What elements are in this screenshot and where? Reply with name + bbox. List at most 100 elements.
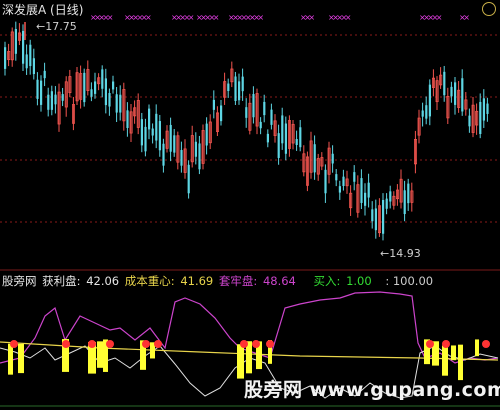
price-chart-pane[interactable]: × × × × × × × × × × × × × × × × × × × × × × × × × × × × × × × × × × × × × × × ×…	[0, 0, 500, 268]
buy-marker-icon	[266, 340, 274, 348]
trapped-label: 套牢盘:	[218, 274, 258, 288]
x-mark-icon: ×	[145, 13, 152, 22]
candle-body	[482, 98, 485, 121]
candle-body	[479, 101, 482, 134]
candle-body	[367, 182, 370, 198]
candle-body	[194, 141, 197, 157]
circle-icon[interactable]	[482, 2, 496, 16]
candle-body	[389, 191, 392, 202]
candle-body	[22, 30, 25, 64]
candle-body	[112, 81, 115, 90]
candle-body	[270, 109, 273, 125]
buy-marker-icon	[88, 340, 96, 348]
candle-body	[284, 123, 287, 154]
candle-body	[263, 101, 266, 116]
signal-bar	[237, 344, 244, 379]
buy-value: 1.00	[346, 274, 372, 288]
candle-body	[40, 80, 43, 105]
candle-body	[338, 186, 341, 193]
candle-body	[227, 83, 230, 92]
watermark: 股旁网 www.gupang.com	[244, 379, 500, 401]
indicator-header: 股旁网 获利盘: 42.06 成本重心: 41.69 套牢盘: 48.64 买入…	[2, 273, 435, 289]
buy-marker-icon	[10, 340, 18, 348]
buy-marker-icon	[426, 340, 434, 348]
low-price-label: ←14.93	[380, 247, 421, 260]
candle-body	[54, 94, 57, 105]
candle-body	[360, 178, 363, 203]
candle-body	[148, 108, 151, 130]
x-mark-icon: ×	[213, 13, 220, 22]
candle-body	[259, 121, 262, 129]
candles	[4, 21, 489, 241]
x-mark-icon: ×	[308, 13, 315, 22]
candle-body	[4, 47, 7, 69]
candle-body	[169, 124, 172, 152]
signal-bar	[8, 343, 13, 375]
trapped-value: 48.64	[262, 274, 296, 288]
candle-body	[468, 115, 471, 127]
candle-body	[353, 172, 356, 182]
buy-marker-icon	[442, 340, 450, 348]
candle-body	[140, 119, 143, 146]
candle-body	[277, 133, 280, 158]
buy-marker-icon	[154, 340, 162, 348]
cost-value: 41.69	[180, 274, 214, 288]
cost-label: 成本重心:	[124, 274, 175, 288]
x-mark-icon: ×	[436, 13, 443, 22]
signal-bar	[442, 345, 448, 376]
candle-body	[36, 79, 39, 99]
candle-body	[50, 91, 53, 110]
buy-marker-icon	[142, 340, 150, 348]
candle-body	[425, 105, 428, 119]
candle-body	[385, 198, 388, 209]
arrow-left-icon: ←	[380, 247, 390, 260]
signal-bar	[18, 343, 24, 374]
x-mark-icon: ×	[463, 13, 470, 22]
candle-body	[428, 84, 431, 117]
candle-body	[155, 113, 158, 141]
candle-body	[299, 127, 302, 148]
candle-body	[104, 78, 107, 106]
candle-body	[454, 82, 457, 105]
candle-body	[61, 94, 64, 101]
candle-body	[43, 70, 46, 79]
candle-body	[234, 76, 237, 102]
buy-marker-icon	[106, 340, 114, 348]
x-mark-icon: ×	[257, 13, 264, 22]
candle-body	[443, 71, 446, 96]
stock-title: 深发展A (日线)	[2, 3, 84, 17]
candle-body	[486, 103, 489, 114]
candle-body	[281, 115, 284, 144]
x-mark-icon: ×	[107, 13, 114, 22]
candle-body	[173, 135, 176, 153]
candle-body	[407, 183, 410, 204]
candle-body	[101, 69, 104, 89]
buy-marker-icon	[62, 340, 70, 348]
x-mark-icon: ×	[188, 13, 195, 22]
arrow-left-icon: ←	[36, 20, 46, 33]
candle-body	[245, 107, 248, 118]
candle-body	[126, 110, 129, 128]
candle-body	[450, 86, 453, 97]
candle-body	[403, 190, 406, 215]
candle-body	[461, 78, 464, 112]
signal-bar	[97, 341, 103, 368]
candle-body	[25, 54, 28, 69]
signal-bar	[475, 339, 479, 357]
buy-marker-icon	[240, 340, 248, 348]
candle-body	[324, 169, 327, 194]
candlestick-chart[interactable]: ××××× ×××××× ××××× ××××× ×××××××× ××× ××××× ×××…	[0, 0, 500, 268]
candle-body	[295, 138, 298, 145]
candle-body	[158, 121, 161, 151]
candle-body	[212, 99, 215, 110]
candle-body	[108, 93, 111, 107]
x-mark-icon: ×	[345, 13, 352, 22]
high-price-label: ←17.75	[36, 20, 77, 33]
candle-body	[90, 89, 93, 97]
candle-body	[335, 174, 338, 181]
candle-body	[180, 150, 183, 166]
candle-body	[198, 143, 201, 170]
profit-value: 42.06	[86, 274, 120, 288]
candle-body	[29, 44, 32, 67]
candle-body	[266, 133, 269, 143]
